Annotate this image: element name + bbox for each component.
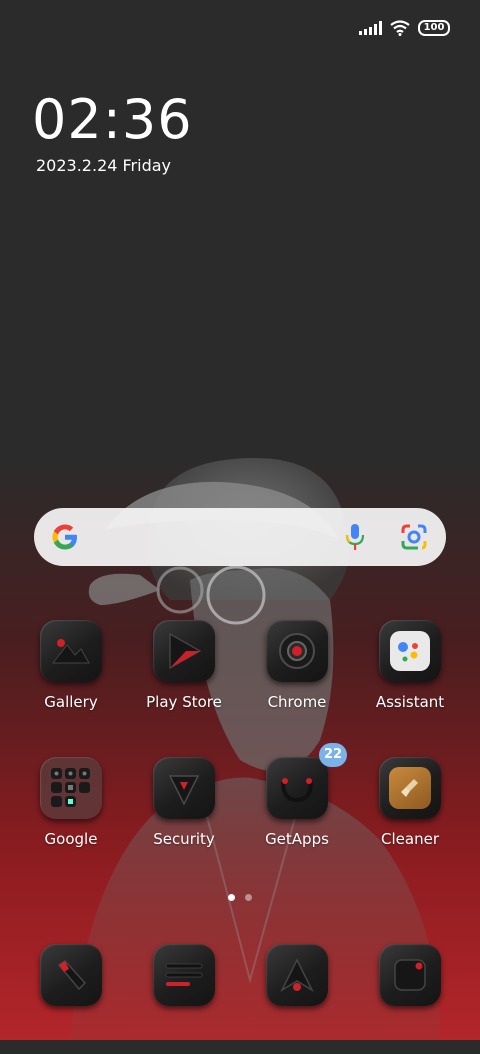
app-chrome[interactable]: Chrome [247,620,347,730]
play-store-tile [153,620,215,682]
security-icon [168,775,200,806]
google-lens-icon[interactable] [400,523,428,551]
getapps-icon [281,778,313,803]
microphone-icon[interactable] [344,522,366,552]
browser-tile [266,944,328,1006]
gallery-tile [40,620,102,682]
page-indicator [0,894,480,901]
app-label: GetApps [265,830,329,848]
chrome-icon [279,633,315,669]
browser-icon [280,958,314,992]
assistant-tile [379,620,441,682]
lockscreen-date: 2023.2.24 Friday [36,156,172,175]
google-folder-icon [51,768,90,807]
app-play-store[interactable]: Play Store [134,620,234,730]
chrome-tile [266,620,328,682]
app-google-folder[interactable]: Google [21,757,121,867]
cleaner-tile [379,757,441,819]
messages-tile [153,944,215,1006]
google-g-icon [52,524,77,550]
dock-messages[interactable] [134,944,234,1054]
app-assistant[interactable]: Assistant [360,620,460,730]
security-tile [153,757,215,819]
notification-badge: 22 [319,743,347,767]
status-bar: 100 [359,18,450,38]
battery-icon: 100 [418,20,450,36]
lockscreen-time: 02:36 [32,88,193,151]
dock-browser[interactable] [247,944,347,1054]
app-label: Google [44,830,98,848]
phone-tile [40,944,102,1006]
app-label: Gallery [44,693,98,711]
dock-phone[interactable] [21,944,121,1054]
camera-tile [379,944,441,1006]
phone-icon [57,960,87,991]
app-label: Play Store [146,693,222,711]
gallery-icon [51,639,90,664]
app-label: Cleaner [381,830,439,848]
play-store-icon [169,632,202,670]
google-folder-tile [40,757,102,819]
page-dot[interactable] [245,894,252,901]
signal-icon [359,21,382,35]
app-gallery[interactable]: Gallery [21,620,121,730]
app-getapps[interactable]: 22 GetApps [247,743,347,867]
app-security[interactable]: Security [134,757,234,867]
getapps-tile [266,757,328,819]
google-search-bar[interactable] [34,508,446,566]
app-label: Chrome [267,693,327,711]
page-dot-active[interactable] [228,894,235,901]
assistant-icon [390,631,430,671]
camera-icon [394,959,426,991]
app-label: Security [153,830,215,848]
messages-icon [165,963,203,986]
dock-camera[interactable] [360,944,460,1054]
app-label: Assistant [375,693,445,711]
cleaner-icon [389,767,431,809]
app-cleaner[interactable]: Cleaner [360,757,460,867]
wifi-icon [390,20,410,36]
